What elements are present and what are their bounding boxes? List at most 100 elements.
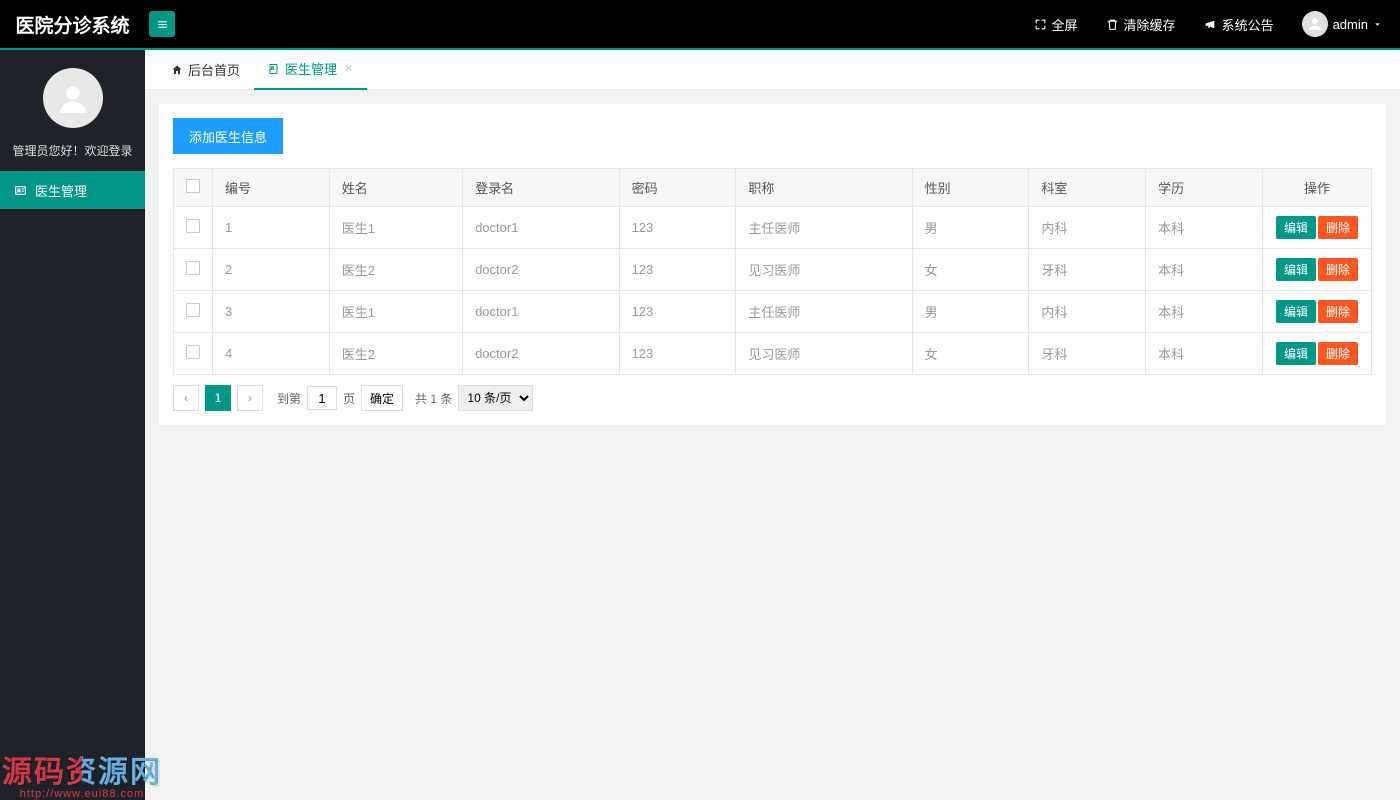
- idcard-icon: [14, 184, 27, 197]
- watermark-title: 源码资源网: [2, 747, 162, 791]
- page-button-1[interactable]: 1: [205, 385, 231, 411]
- watermark-url: http://www.eui88.com: [2, 788, 162, 800]
- delete-button[interactable]: 删除: [1318, 216, 1358, 239]
- cell-dept: 牙科: [1029, 333, 1146, 375]
- sidebar-item-label: 医生管理: [35, 181, 87, 200]
- total-count: 共 1 条: [415, 390, 452, 407]
- row-checkbox[interactable]: [186, 219, 200, 233]
- delete-button[interactable]: 删除: [1318, 258, 1358, 281]
- content: 添加医生信息 编号 姓名 登录名 密码 职称 性别 科室 学历 操作: [145, 90, 1400, 439]
- tabs: 后台首页 医生管理 ✕: [145, 50, 1400, 90]
- home-icon: [171, 64, 183, 76]
- select-all-checkbox[interactable]: [186, 179, 200, 193]
- col-edu: 学历: [1146, 169, 1263, 207]
- sidebar-user: 管理员您好！欢迎登录: [0, 50, 145, 171]
- header: 医院分诊系统 全屏 清除缓存 系统公告 admin: [0, 0, 1400, 50]
- col-gender: 性别: [912, 169, 1029, 207]
- fullscreen-icon: [1034, 18, 1047, 31]
- cell-id: 1: [213, 207, 330, 249]
- cell-login: doctor1: [463, 207, 620, 249]
- watermark: 源码资源网 http://www.eui88.com: [2, 747, 162, 800]
- row-checkbox[interactable]: [186, 303, 200, 317]
- announce-label: 系统公告: [1222, 15, 1274, 34]
- col-pwd: 密码: [619, 169, 736, 207]
- delete-button[interactable]: 删除: [1318, 342, 1358, 365]
- card: 添加医生信息 编号 姓名 登录名 密码 职称 性别 科室 学历 操作: [159, 104, 1386, 425]
- goto-confirm-button[interactable]: 确定: [361, 385, 403, 411]
- cell-pwd: 123: [619, 207, 736, 249]
- edit-button[interactable]: 编辑: [1276, 258, 1316, 281]
- cell-edu: 本科: [1146, 249, 1263, 291]
- sidebar-toggle[interactable]: [149, 11, 175, 37]
- cell-name: 医生1: [329, 291, 462, 333]
- table-row: 1医生1doctor1123主任医师男内科本科编辑删除: [174, 207, 1372, 249]
- tab-label: 后台首页: [188, 60, 240, 79]
- cell-title: 主任医师: [736, 207, 912, 249]
- user-menu[interactable]: admin: [1302, 11, 1382, 37]
- sidebar-avatar: [43, 68, 103, 128]
- delete-button[interactable]: 删除: [1318, 300, 1358, 323]
- prev-page-button[interactable]: ‹: [173, 385, 199, 411]
- col-name: 姓名: [329, 169, 462, 207]
- col-id: 编号: [213, 169, 330, 207]
- cell-gender: 女: [912, 249, 1029, 291]
- cell-pwd: 123: [619, 291, 736, 333]
- goto-page-input[interactable]: [307, 386, 337, 410]
- avatar-icon: [1302, 11, 1328, 37]
- table-header-row: 编号 姓名 登录名 密码 职称 性别 科室 学历 操作: [174, 169, 1372, 207]
- tab-doctor[interactable]: 医生管理 ✕: [254, 50, 367, 90]
- cell-login: doctor2: [463, 249, 620, 291]
- col-op: 操作: [1262, 169, 1371, 207]
- trash-icon: [1106, 18, 1119, 31]
- cell-pwd: 123: [619, 333, 736, 375]
- doctor-table: 编号 姓名 登录名 密码 职称 性别 科室 学历 操作 1医生1doctor11…: [173, 168, 1372, 375]
- cell-edu: 本科: [1146, 333, 1263, 375]
- cell-gender: 女: [912, 333, 1029, 375]
- cell-pwd: 123: [619, 249, 736, 291]
- goto-label: 到第: [277, 390, 301, 407]
- cell-gender: 男: [912, 291, 1029, 333]
- main: 后台首页 医生管理 ✕ 添加医生信息 编号 姓名 登录名 密码 职称: [145, 50, 1400, 800]
- cell-title: 见习医师: [736, 249, 912, 291]
- per-page-select[interactable]: 10 条/页: [458, 385, 533, 411]
- sidebar-welcome: 管理员您好！欢迎登录: [0, 142, 145, 159]
- next-page-button[interactable]: ›: [237, 385, 263, 411]
- app-title: 医院分诊系统: [0, 11, 145, 38]
- close-icon[interactable]: ✕: [344, 62, 353, 75]
- tab-home[interactable]: 后台首页: [157, 50, 254, 90]
- clear-cache-label: 清除缓存: [1124, 15, 1176, 34]
- edit-button[interactable]: 编辑: [1276, 216, 1316, 239]
- fullscreen-label: 全屏: [1052, 15, 1078, 34]
- tab-label: 医生管理: [285, 59, 337, 78]
- sidebar-item-doctor[interactable]: 医生管理: [0, 171, 145, 209]
- table-row: 3医生1doctor1123主任医师男内科本科编辑删除: [174, 291, 1372, 333]
- edit-button[interactable]: 编辑: [1276, 342, 1316, 365]
- cell-id: 4: [213, 333, 330, 375]
- cell-name: 医生1: [329, 207, 462, 249]
- header-right: 全屏 清除缓存 系统公告 admin: [1034, 11, 1400, 37]
- table-row: 4医生2doctor2123见习医师女牙科本科编辑删除: [174, 333, 1372, 375]
- clear-cache-button[interactable]: 清除缓存: [1106, 15, 1176, 34]
- cell-gender: 男: [912, 207, 1029, 249]
- add-doctor-button[interactable]: 添加医生信息: [173, 118, 283, 154]
- row-checkbox[interactable]: [186, 345, 200, 359]
- cell-title: 见习医师: [736, 333, 912, 375]
- announce-button[interactable]: 系统公告: [1204, 15, 1274, 34]
- sidebar: 管理员您好！欢迎登录 医生管理: [0, 50, 145, 800]
- menu-icon: [156, 18, 169, 31]
- row-checkbox[interactable]: [186, 261, 200, 275]
- cell-id: 3: [213, 291, 330, 333]
- col-dept: 科室: [1029, 169, 1146, 207]
- fullscreen-button[interactable]: 全屏: [1034, 15, 1078, 34]
- cell-dept: 内科: [1029, 291, 1146, 333]
- pagination: ‹ 1 › 到第 页 确定 共 1 条 10 条/页: [173, 375, 1372, 411]
- col-title: 职称: [736, 169, 912, 207]
- edit-button[interactable]: 编辑: [1276, 300, 1316, 323]
- megaphone-icon: [1204, 18, 1217, 31]
- cell-login: doctor2: [463, 333, 620, 375]
- cell-dept: 内科: [1029, 207, 1146, 249]
- chevron-down-icon: [1373, 20, 1382, 29]
- cell-dept: 牙科: [1029, 249, 1146, 291]
- cell-edu: 本科: [1146, 291, 1263, 333]
- cell-title: 主任医师: [736, 291, 912, 333]
